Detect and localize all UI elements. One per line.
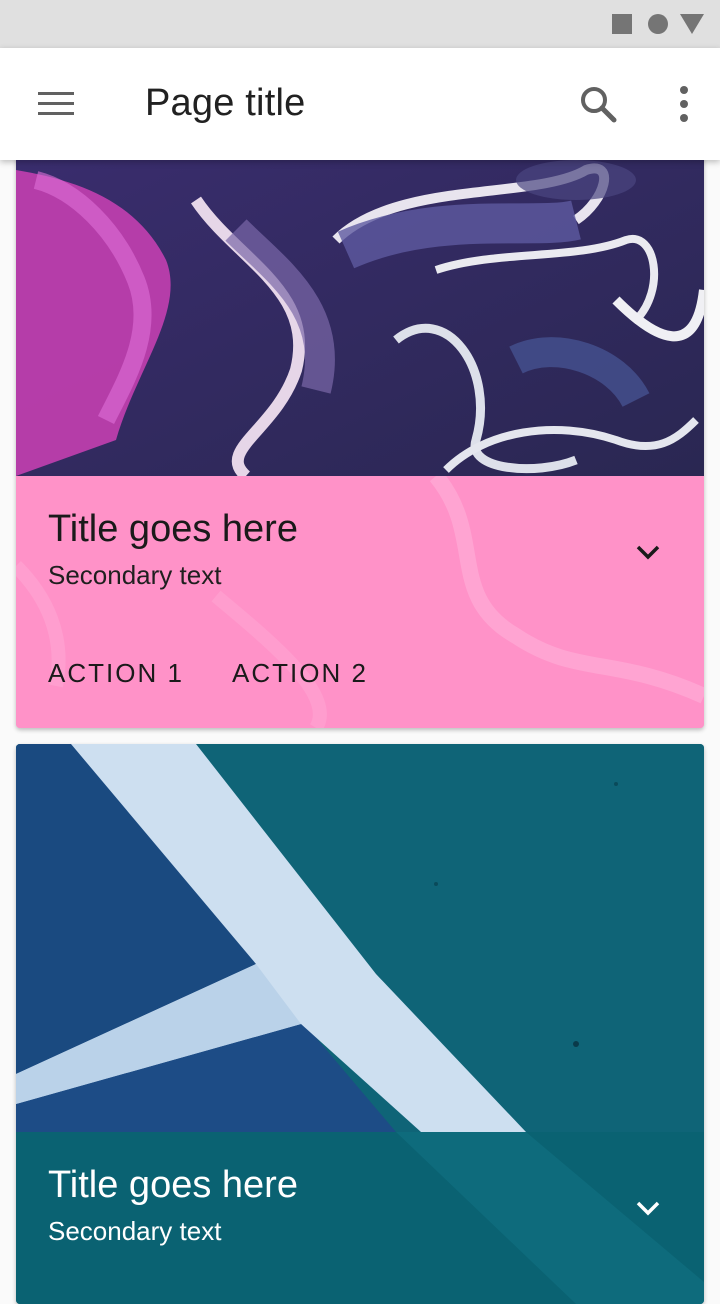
card-secondary-text: Secondary text xyxy=(48,1216,222,1246)
court-image xyxy=(16,744,704,1132)
more-vert-icon[interactable] xyxy=(660,80,708,128)
chevron-down-icon[interactable] xyxy=(632,1192,664,1224)
succulent-image xyxy=(16,140,704,476)
search-icon[interactable] xyxy=(574,80,622,128)
app-bar: Page title xyxy=(0,48,720,160)
card-succulent[interactable]: Title goes here Secondary text ACTION 1 … xyxy=(16,140,704,728)
chevron-down-icon[interactable] xyxy=(632,536,664,568)
card-secondary-text: Secondary text xyxy=(48,560,222,590)
stop-square-icon xyxy=(612,14,632,34)
menu-icon[interactable] xyxy=(28,82,84,126)
action-2-button[interactable]: ACTION 2 xyxy=(232,658,368,689)
card-content: Title goes here Secondary text ACTION 1 … xyxy=(16,476,704,728)
action-1-button[interactable]: ACTION 1 xyxy=(48,658,184,689)
card-title: Title goes here xyxy=(48,508,298,550)
status-bar xyxy=(0,0,720,48)
triangle-down-icon xyxy=(680,14,704,34)
card-court[interactable]: Title goes here Secondary text xyxy=(16,744,704,1304)
page-title: Page title xyxy=(145,82,306,124)
card-content: Title goes here Secondary text xyxy=(16,1132,704,1304)
card-title: Title goes here xyxy=(48,1164,298,1206)
circle-icon xyxy=(648,14,668,34)
